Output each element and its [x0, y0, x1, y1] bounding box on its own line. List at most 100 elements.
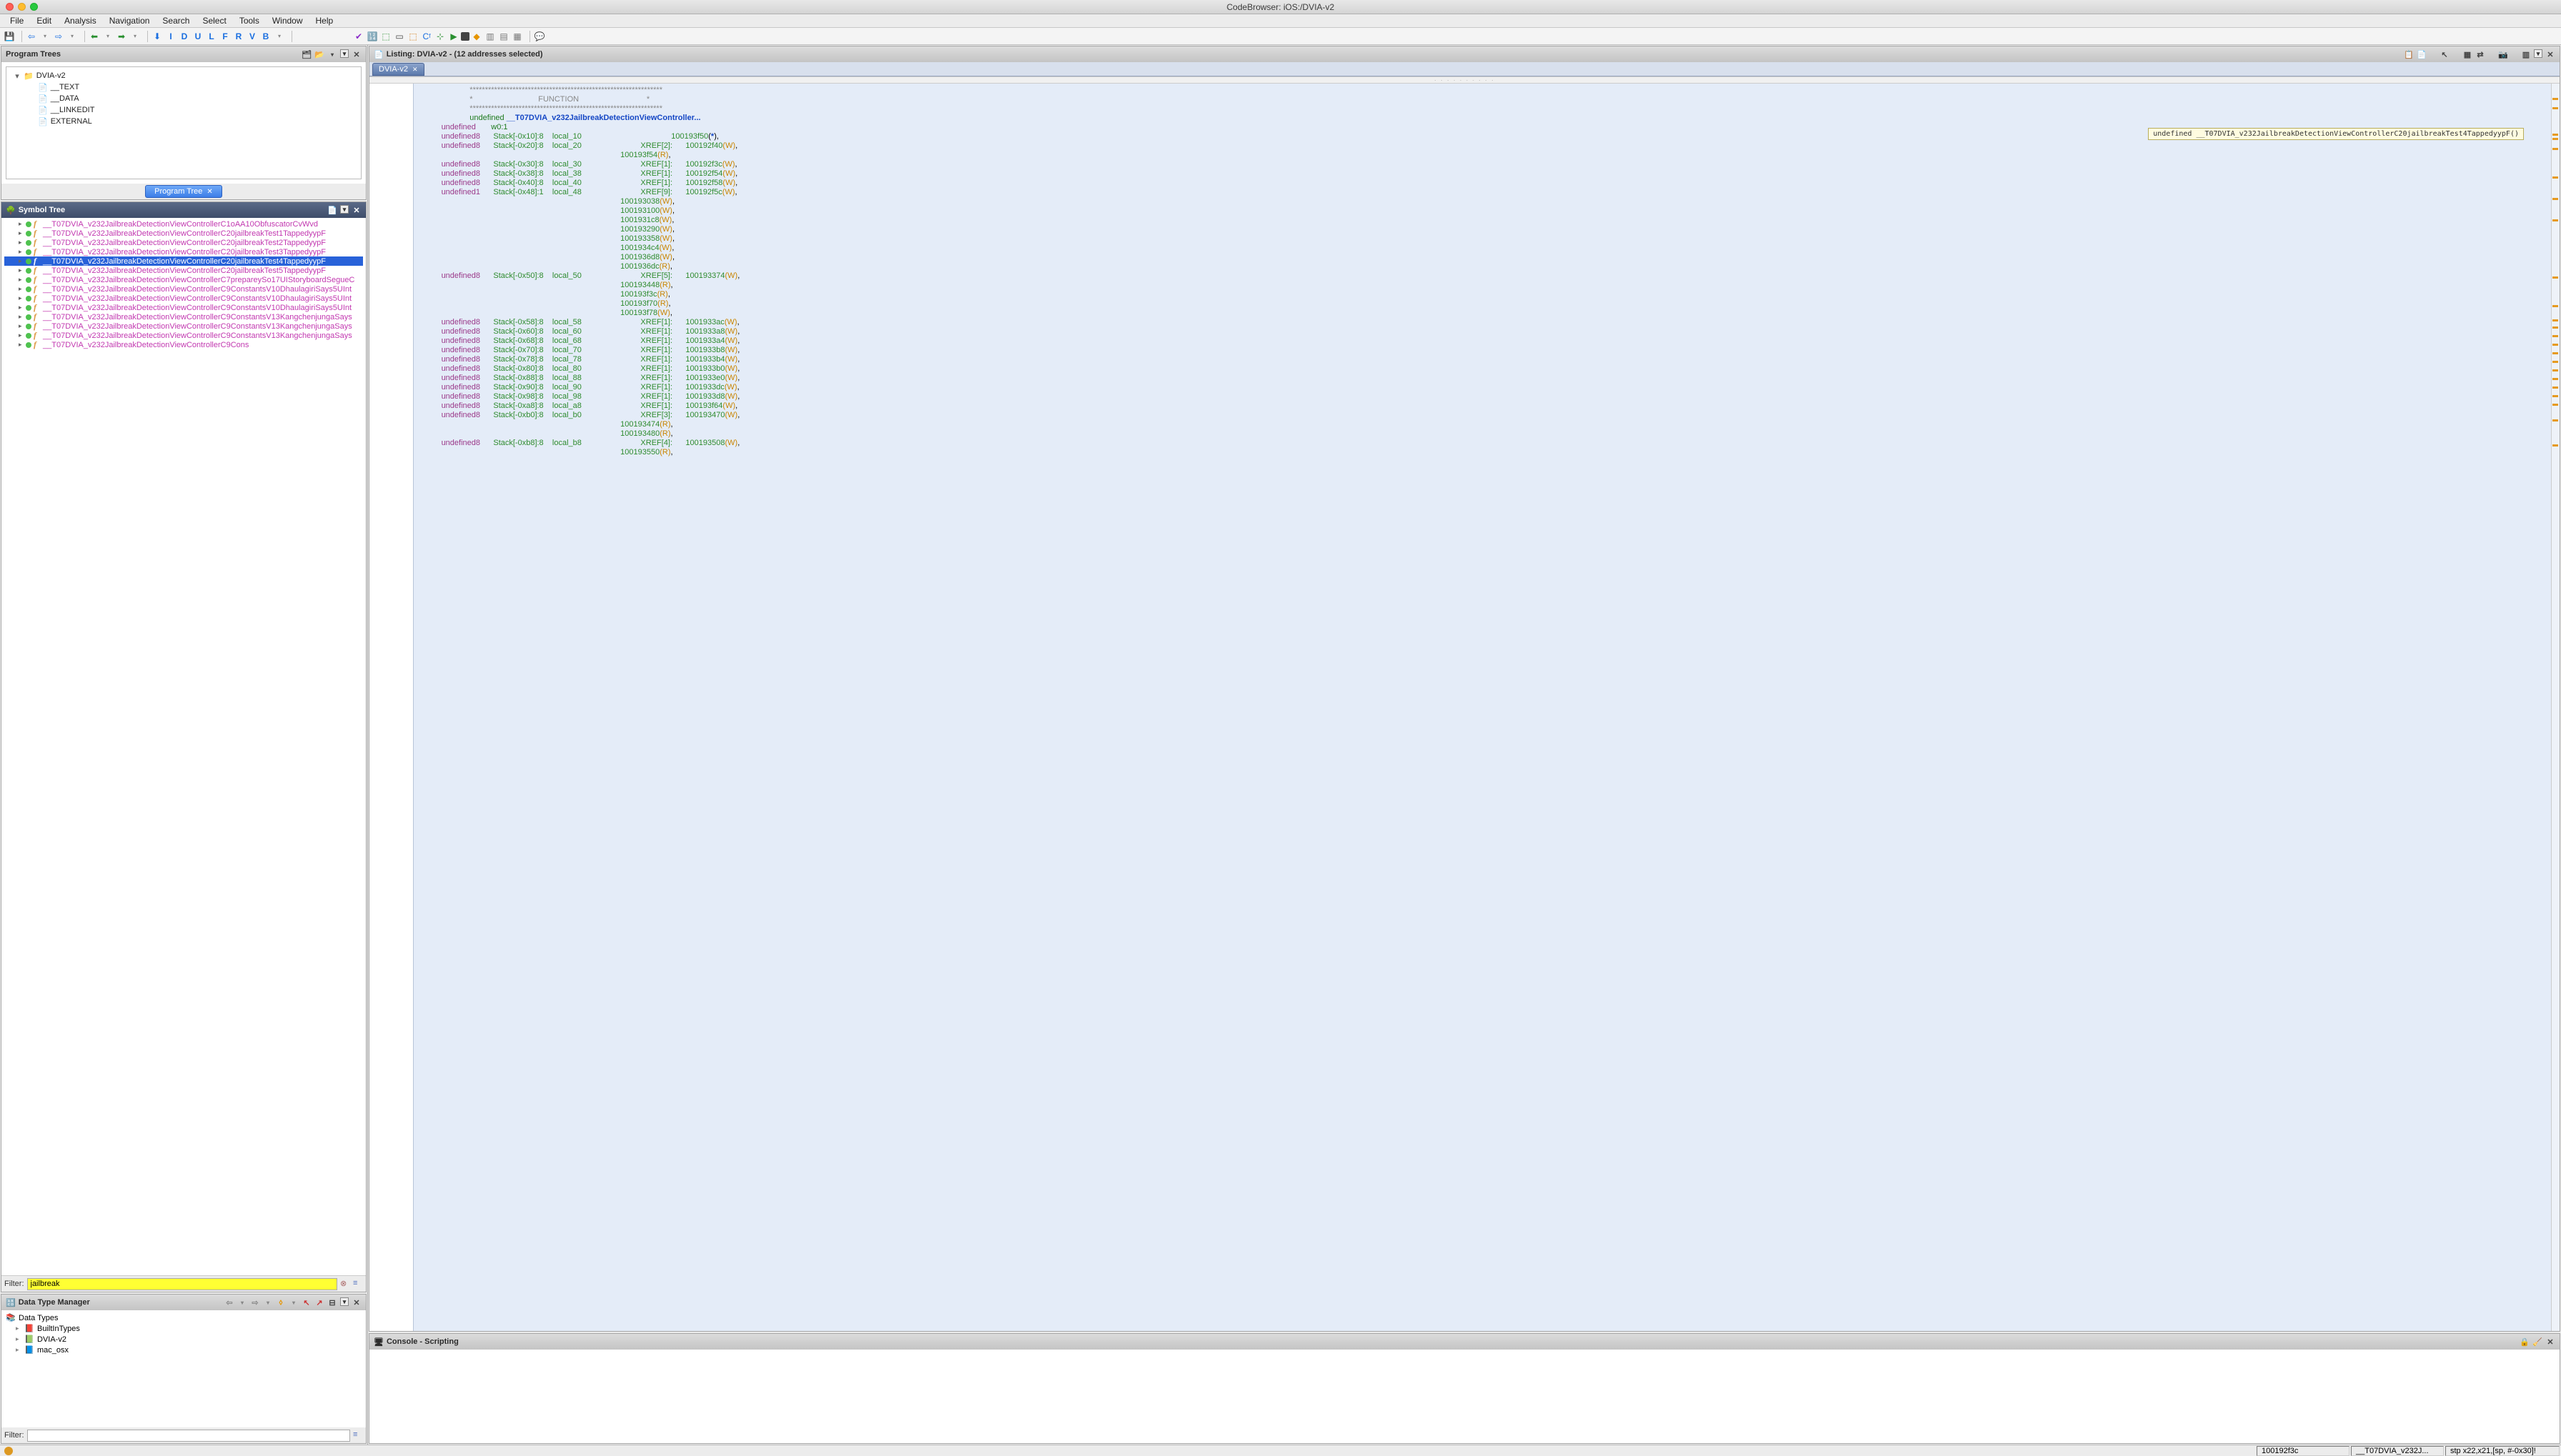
- bytes-icon[interactable]: ⬚: [379, 30, 392, 43]
- tree-item[interactable]: 📄__LINKEDIT: [14, 104, 354, 116]
- tab-close-icon[interactable]: ✕: [412, 66, 418, 74]
- dtm-back-drop[interactable]: ▾: [237, 1297, 247, 1307]
- symbol-item[interactable]: ▸f__T07DVIA_v232JailbreakDetectionViewCo…: [4, 340, 363, 349]
- nav-next-icon[interactable]: ➡: [115, 30, 128, 43]
- data-type-item[interactable]: ▸📕BuiltInTypes: [6, 1323, 362, 1334]
- copy-icon[interactable]: 📋: [2404, 49, 2414, 59]
- symbol-item[interactable]: ▸f__T07DVIA_v232JailbreakDetectionViewCo…: [4, 275, 363, 284]
- label-L-icon[interactable]: L: [205, 30, 218, 43]
- pane3-icon[interactable]: ▦: [511, 30, 524, 43]
- menu-search[interactable]: Search: [156, 14, 195, 27]
- symbol-item[interactable]: ▸f__T07DVIA_v232JailbreakDetectionViewCo…: [4, 238, 363, 247]
- func-F-icon[interactable]: F: [219, 30, 232, 43]
- tree-root[interactable]: ▾ 📁 DVIA-v2: [14, 70, 354, 81]
- goto-down-icon[interactable]: ⬇: [151, 30, 164, 43]
- console-clear-icon[interactable]: 🧹: [2532, 1337, 2542, 1347]
- symbol-item[interactable]: ▸f__T07DVIA_v232JailbreakDetectionViewCo…: [4, 229, 363, 238]
- gutter-marker[interactable]: [2552, 395, 2558, 397]
- listing-body[interactable]: undefined __T07DVIA_v232JailbreakDetecti…: [369, 84, 2560, 1331]
- dtm-fwd-drop[interactable]: ▾: [263, 1297, 273, 1307]
- data-type-body[interactable]: 📚 Data Types ▸📕BuiltInTypes▸📗DVIA-v2▸📘ma…: [1, 1310, 366, 1427]
- nav-next-drop[interactable]: ▾: [129, 30, 141, 43]
- back-icon[interactable]: ⇦: [25, 30, 38, 43]
- gutter-marker[interactable]: [2552, 305, 2558, 307]
- nav-prev-icon[interactable]: ⬅: [88, 30, 101, 43]
- panel-menu-icon[interactable]: ▾: [340, 49, 349, 58]
- symbol-new-icon[interactable]: 📄: [327, 205, 337, 215]
- panel-menu-icon[interactable]: ▾: [340, 205, 349, 214]
- panel-close-icon[interactable]: ✕: [352, 49, 362, 59]
- ref-R-icon[interactable]: R: [232, 30, 245, 43]
- menu-file[interactable]: File: [4, 14, 29, 27]
- listing-tab[interactable]: DVIA-v2 ✕: [372, 63, 424, 76]
- symbol-item[interactable]: ▸f__T07DVIA_v232JailbreakDetectionViewCo…: [4, 294, 363, 303]
- gutter-marker[interactable]: [2552, 404, 2558, 406]
- program-tree-tab[interactable]: Program Tree ✕: [145, 185, 222, 198]
- nav-prev-drop[interactable]: ▾: [101, 30, 114, 43]
- gutter-marker[interactable]: [2552, 361, 2558, 363]
- data-type-item[interactable]: ▸📘mac_osx: [6, 1345, 362, 1355]
- var-V-icon[interactable]: V: [246, 30, 259, 43]
- menu-navigation[interactable]: Navigation: [104, 14, 156, 27]
- gutter-marker[interactable]: [2552, 107, 2558, 109]
- symbol-item[interactable]: ▸f__T07DVIA_v232JailbreakDetectionViewCo…: [4, 219, 363, 229]
- gutter-marker[interactable]: [2552, 444, 2558, 447]
- menu-help[interactable]: Help: [310, 14, 339, 27]
- clear-filter-icon[interactable]: ⊗: [340, 1279, 350, 1289]
- gutter-marker[interactable]: [2552, 98, 2558, 100]
- gutter-marker[interactable]: [2552, 276, 2558, 279]
- symbol-item[interactable]: ▸f__T07DVIA_v232JailbreakDetectionViewCo…: [4, 284, 363, 294]
- dtm-filter-drop[interactable]: ▾: [289, 1297, 299, 1307]
- symbol-item[interactable]: ▸f__T07DVIA_v232JailbreakDetectionViewCo…: [4, 266, 363, 275]
- dtm-filter-settings-icon[interactable]: ≡: [353, 1430, 363, 1440]
- listing-drag-handle[interactable]: · · · · · · · · · ·: [369, 76, 2560, 84]
- forward-drop-icon[interactable]: ▾: [66, 30, 79, 43]
- gutter-marker[interactable]: [2552, 369, 2558, 372]
- toolbar-drop[interactable]: ▾: [273, 30, 286, 43]
- panel-menu-icon[interactable]: ▾: [2534, 49, 2542, 58]
- filter-settings-icon[interactable]: ≡: [353, 1279, 363, 1289]
- gutter-marker[interactable]: [2552, 176, 2558, 179]
- symbol-item[interactable]: ▸f__T07DVIA_v232JailbreakDetectionViewCo…: [4, 312, 363, 321]
- gutter-marker[interactable]: [2552, 326, 2558, 329]
- comment-icon[interactable]: 💬: [533, 30, 546, 43]
- tree-open-icon[interactable]: 📂: [314, 49, 324, 59]
- tree-icon[interactable]: ⊹: [434, 30, 447, 43]
- panel-menu-icon[interactable]: ▾: [340, 1297, 349, 1306]
- symbol-tree-body[interactable]: ▸f__T07DVIA_v232JailbreakDetectionViewCo…: [1, 218, 366, 1276]
- symbol-item[interactable]: ▸f__T07DVIA_v232JailbreakDetectionViewCo…: [4, 321, 363, 331]
- data-types-root[interactable]: 📚 Data Types: [6, 1312, 362, 1323]
- call-graph-icon[interactable]: Cf: [420, 30, 433, 43]
- panel-close-icon[interactable]: ✕: [2545, 49, 2555, 59]
- forward-icon[interactable]: ⇨: [52, 30, 65, 43]
- gutter-marker[interactable]: [2552, 335, 2558, 337]
- hex-display-icon[interactable]: 🔢: [366, 30, 379, 43]
- tree-item[interactable]: 📄EXTERNAL: [14, 116, 354, 127]
- menu-tools[interactable]: Tools: [234, 14, 265, 27]
- instr-I-icon[interactable]: I: [164, 30, 177, 43]
- diamond-icon[interactable]: ◆: [470, 30, 483, 43]
- cursor-icon[interactable]: ↖: [2440, 49, 2450, 59]
- dtm-filter-icon[interactable]: ⬨: [276, 1297, 286, 1307]
- snapshot-icon[interactable]: 📷: [2498, 49, 2508, 59]
- gutter-marker[interactable]: [2552, 198, 2558, 200]
- dtm-collapse-icon[interactable]: ⊟: [327, 1297, 337, 1307]
- diff-icon[interactable]: ⇄: [2475, 49, 2485, 59]
- gutter-marker[interactable]: [2552, 387, 2558, 389]
- window-icon[interactable]: ▭: [393, 30, 406, 43]
- check-icon[interactable]: ✔: [352, 30, 365, 43]
- pane1-icon[interactable]: ▥: [484, 30, 497, 43]
- symbol-item[interactable]: ▸f__T07DVIA_v232JailbreakDetectionViewCo…: [4, 331, 363, 340]
- menu-edit[interactable]: Edit: [31, 14, 57, 27]
- tree-drop-icon[interactable]: ▾: [327, 49, 337, 59]
- stop-icon[interactable]: [461, 32, 469, 41]
- paste-icon[interactable]: 📄: [2417, 49, 2427, 59]
- back-drop-icon[interactable]: ▾: [39, 30, 51, 43]
- menu-analysis[interactable]: Analysis: [59, 14, 102, 27]
- dtm-filter-input[interactable]: [27, 1430, 351, 1442]
- gutter-marker[interactable]: [2552, 319, 2558, 321]
- tree-item[interactable]: 📄__TEXT: [14, 81, 354, 93]
- panel-close-icon[interactable]: ✕: [352, 205, 362, 215]
- panel-close-icon[interactable]: ✕: [352, 1297, 362, 1307]
- gutter-marker[interactable]: [2552, 419, 2558, 422]
